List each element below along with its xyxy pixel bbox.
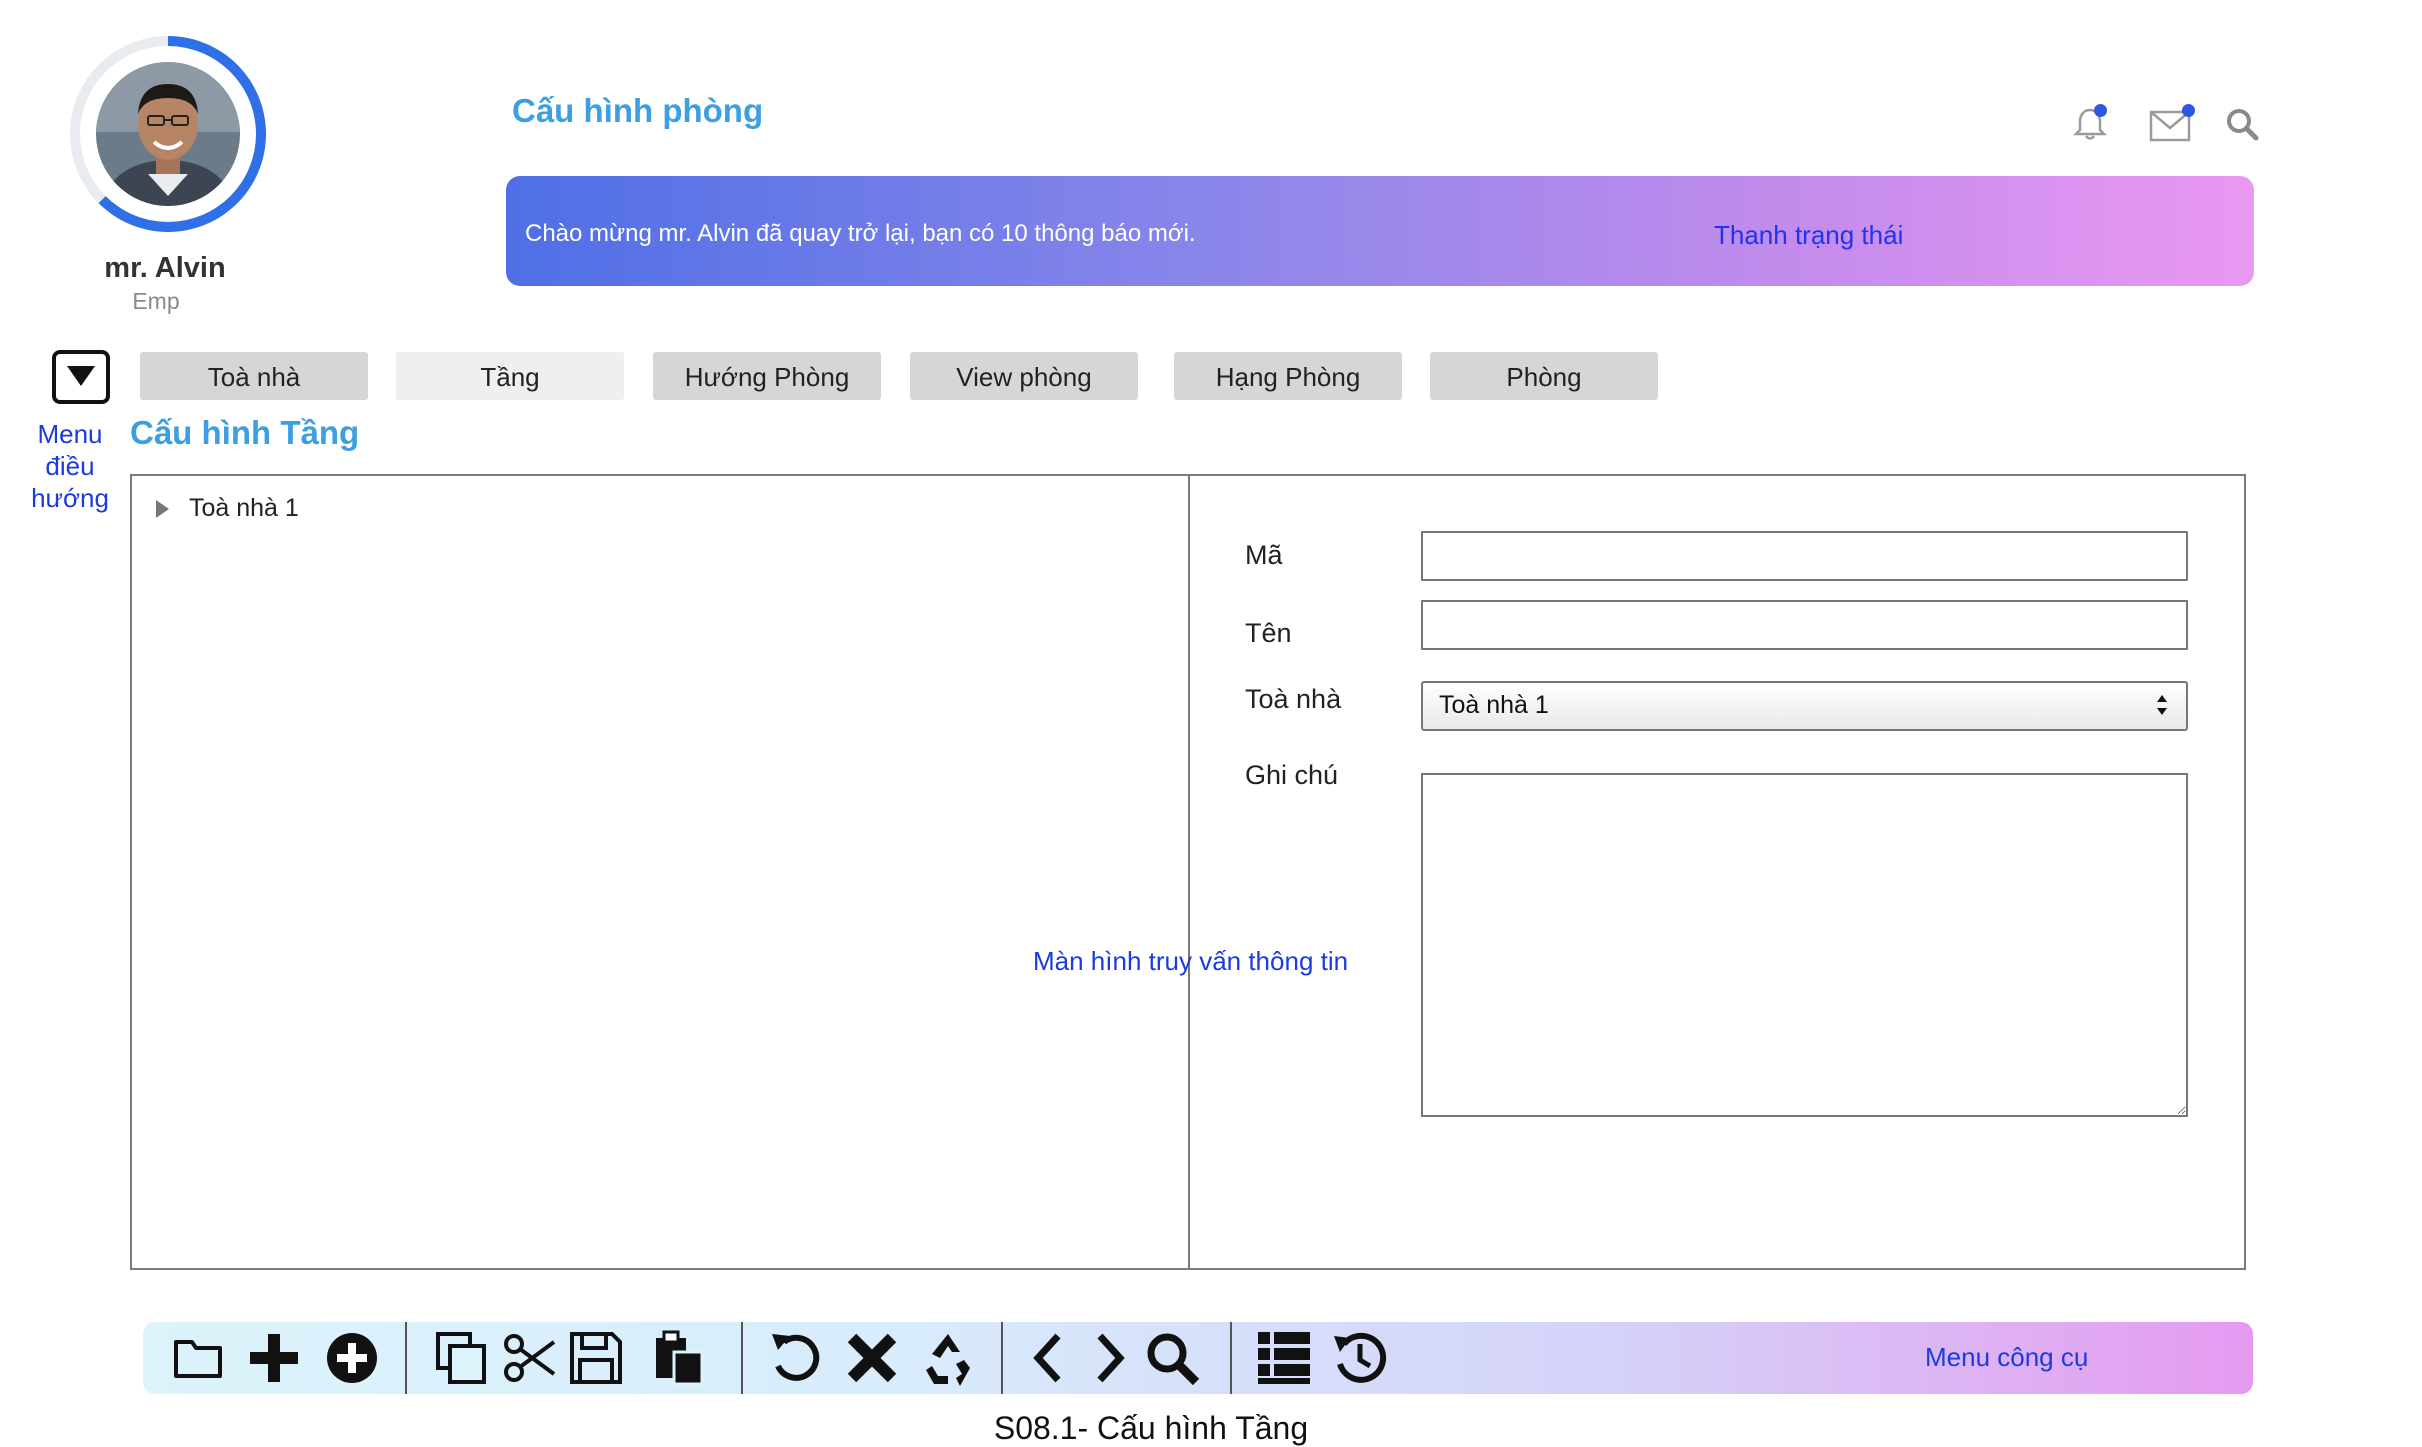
tab-room-view[interactable]: View phòng [910, 352, 1138, 400]
banner-message: Chào mừng mr. Alvin đã quay trở lại, bạn… [525, 220, 1196, 247]
copy-icon[interactable] [432, 1328, 492, 1388]
folder-icon[interactable] [168, 1328, 228, 1388]
building-label: Toà nhà [1245, 684, 1342, 714]
code-label: Mã [1245, 540, 1283, 570]
save-icon[interactable] [566, 1328, 626, 1388]
plus-icon[interactable] [244, 1328, 304, 1388]
code-input[interactable] [1421, 531, 2188, 581]
cut-icon[interactable] [500, 1328, 560, 1388]
nav-menu-label[interactable]: Menu điều hướng [18, 418, 122, 514]
tab-room[interactable]: Phòng [1430, 352, 1658, 400]
building-select-value: Toà nhà 1 [1439, 691, 1549, 719]
note-textarea[interactable] [1421, 773, 2188, 1117]
tree-item-building-1[interactable]: Toà nhà 1 [189, 494, 299, 523]
user-name: mr. Alvin [104, 252, 226, 284]
history-icon[interactable] [1330, 1328, 1390, 1388]
tab-floor[interactable]: Tầng [396, 352, 624, 400]
prev-icon[interactable] [1020, 1328, 1080, 1388]
screen-caption: S08.1- Cấu hình Tầng [993, 1410, 1309, 1446]
notification-dot [2094, 104, 2107, 117]
toolbar-search-icon[interactable] [1142, 1328, 1202, 1388]
tab-room-direction[interactable]: Hướng Phòng [653, 352, 881, 400]
toolbar-separator [1001, 1322, 1003, 1394]
mail-icon[interactable] [2148, 104, 2196, 144]
select-arrows-icon [2154, 690, 2170, 720]
search-icon[interactable] [2222, 104, 2262, 144]
page-title: Cấu hình phòng [512, 92, 764, 129]
toolbar-menu-label[interactable]: Menu công cụ [1925, 1342, 2088, 1373]
undo-icon[interactable] [766, 1328, 826, 1388]
section-title: Cấu hình Tầng [130, 414, 360, 451]
query-screen-label: Màn hình truy vấn thông tin [1033, 946, 1349, 976]
mail-dot [2182, 104, 2195, 117]
paste-icon[interactable] [650, 1328, 710, 1388]
list-icon[interactable] [1254, 1328, 1314, 1388]
tree-expand-icon[interactable] [156, 500, 169, 518]
name-input[interactable] [1421, 600, 2188, 650]
user-role: Emp [132, 288, 180, 314]
tab-room-class[interactable]: Hạng Phòng [1174, 352, 1402, 400]
toolbar-separator [741, 1322, 743, 1394]
menu-toggle-button[interactable] [52, 350, 110, 404]
avatar[interactable] [96, 62, 240, 206]
bell-icon[interactable] [2070, 104, 2110, 144]
recycle-icon[interactable] [918, 1328, 978, 1388]
toolbar-separator [405, 1322, 407, 1394]
next-icon[interactable] [1078, 1328, 1138, 1388]
status-bar-label[interactable]: Thanh trạng thái [1714, 220, 1903, 251]
tab-building[interactable]: Toà nhà [140, 352, 368, 400]
name-label: Tên [1245, 618, 1292, 648]
note-label: Ghi chú [1245, 760, 1339, 790]
panel-divider [1188, 474, 1190, 1270]
add-circle-icon[interactable] [322, 1328, 382, 1388]
toolbar-separator [1230, 1322, 1232, 1394]
delete-icon[interactable] [842, 1328, 902, 1388]
